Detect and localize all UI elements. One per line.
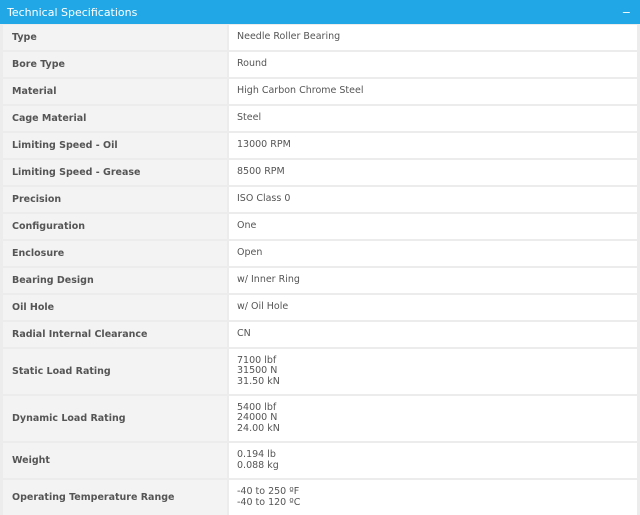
table-row: Bearing Design w/ Inner Ring xyxy=(3,268,637,293)
table-row: Enclosure Open xyxy=(3,241,637,266)
spec-value: w/ Oil Hole xyxy=(229,295,637,320)
spec-label: Configuration xyxy=(3,214,227,239)
spec-label: Weight xyxy=(3,443,227,478)
panel-header[interactable]: Technical Specifications − xyxy=(0,0,640,24)
spec-label: Dynamic Load Rating xyxy=(3,396,227,441)
table-row: Bore Type Round xyxy=(3,52,637,77)
spec-label: Operating Temperature Range xyxy=(3,480,227,515)
spec-label: Precision xyxy=(3,187,227,212)
spec-value: Open xyxy=(229,241,637,266)
spec-value: 5400 lbf 24000 N 24.00 kN xyxy=(229,396,637,441)
spec-value: CN xyxy=(229,322,637,347)
spec-label: Bore Type xyxy=(3,52,227,77)
spec-label: Type xyxy=(3,25,227,50)
spec-label: Limiting Speed - Oil xyxy=(3,133,227,158)
table-row: Radial Internal Clearance CN xyxy=(3,322,637,347)
technical-specifications-panel: Technical Specifications − Type Needle R… xyxy=(0,0,640,515)
spec-label: Material xyxy=(3,79,227,104)
spec-value: One xyxy=(229,214,637,239)
spec-value: -40 to 250 ºF -40 to 120 ºC xyxy=(229,480,637,515)
table-row: Oil Hole w/ Oil Hole xyxy=(3,295,637,320)
panel-title: Technical Specifications xyxy=(7,5,138,19)
spec-label: Radial Internal Clearance xyxy=(3,322,227,347)
spec-value: ISO Class 0 xyxy=(229,187,637,212)
spec-label: Oil Hole xyxy=(3,295,227,320)
spec-label: Enclosure xyxy=(3,241,227,266)
table-row: Precision ISO Class 0 xyxy=(3,187,637,212)
spec-label: Bearing Design xyxy=(3,268,227,293)
specifications-table: Type Needle Roller Bearing Bore Type Rou… xyxy=(0,24,640,515)
spec-value: Steel xyxy=(229,106,637,131)
spec-value: Round xyxy=(229,52,637,77)
spec-value: 8500 RPM xyxy=(229,160,637,185)
spec-value: w/ Inner Ring xyxy=(229,268,637,293)
table-row: Operating Temperature Range -40 to 250 º… xyxy=(3,480,637,515)
spec-value: 7100 lbf 31500 N 31.50 kN xyxy=(229,349,637,394)
table-row: Limiting Speed - Grease 8500 RPM xyxy=(3,160,637,185)
table-row: Limiting Speed - Oil 13000 RPM xyxy=(3,133,637,158)
collapse-icon[interactable]: − xyxy=(622,7,631,18)
spec-label: Cage Material xyxy=(3,106,227,131)
table-row: Material High Carbon Chrome Steel xyxy=(3,79,637,104)
spec-value: 0.194 lb 0.088 kg xyxy=(229,443,637,478)
table-row: Configuration One xyxy=(3,214,637,239)
spec-value: High Carbon Chrome Steel xyxy=(229,79,637,104)
table-row: Cage Material Steel xyxy=(3,106,637,131)
spec-value: 13000 RPM xyxy=(229,133,637,158)
table-row: Dynamic Load Rating 5400 lbf 24000 N 24.… xyxy=(3,396,637,441)
table-row: Weight 0.194 lb 0.088 kg xyxy=(3,443,637,478)
table-row: Type Needle Roller Bearing xyxy=(3,25,637,50)
spec-value: Needle Roller Bearing xyxy=(229,25,637,50)
table-row: Static Load Rating 7100 lbf 31500 N 31.5… xyxy=(3,349,637,394)
spec-label: Limiting Speed - Grease xyxy=(3,160,227,185)
spec-label: Static Load Rating xyxy=(3,349,227,394)
